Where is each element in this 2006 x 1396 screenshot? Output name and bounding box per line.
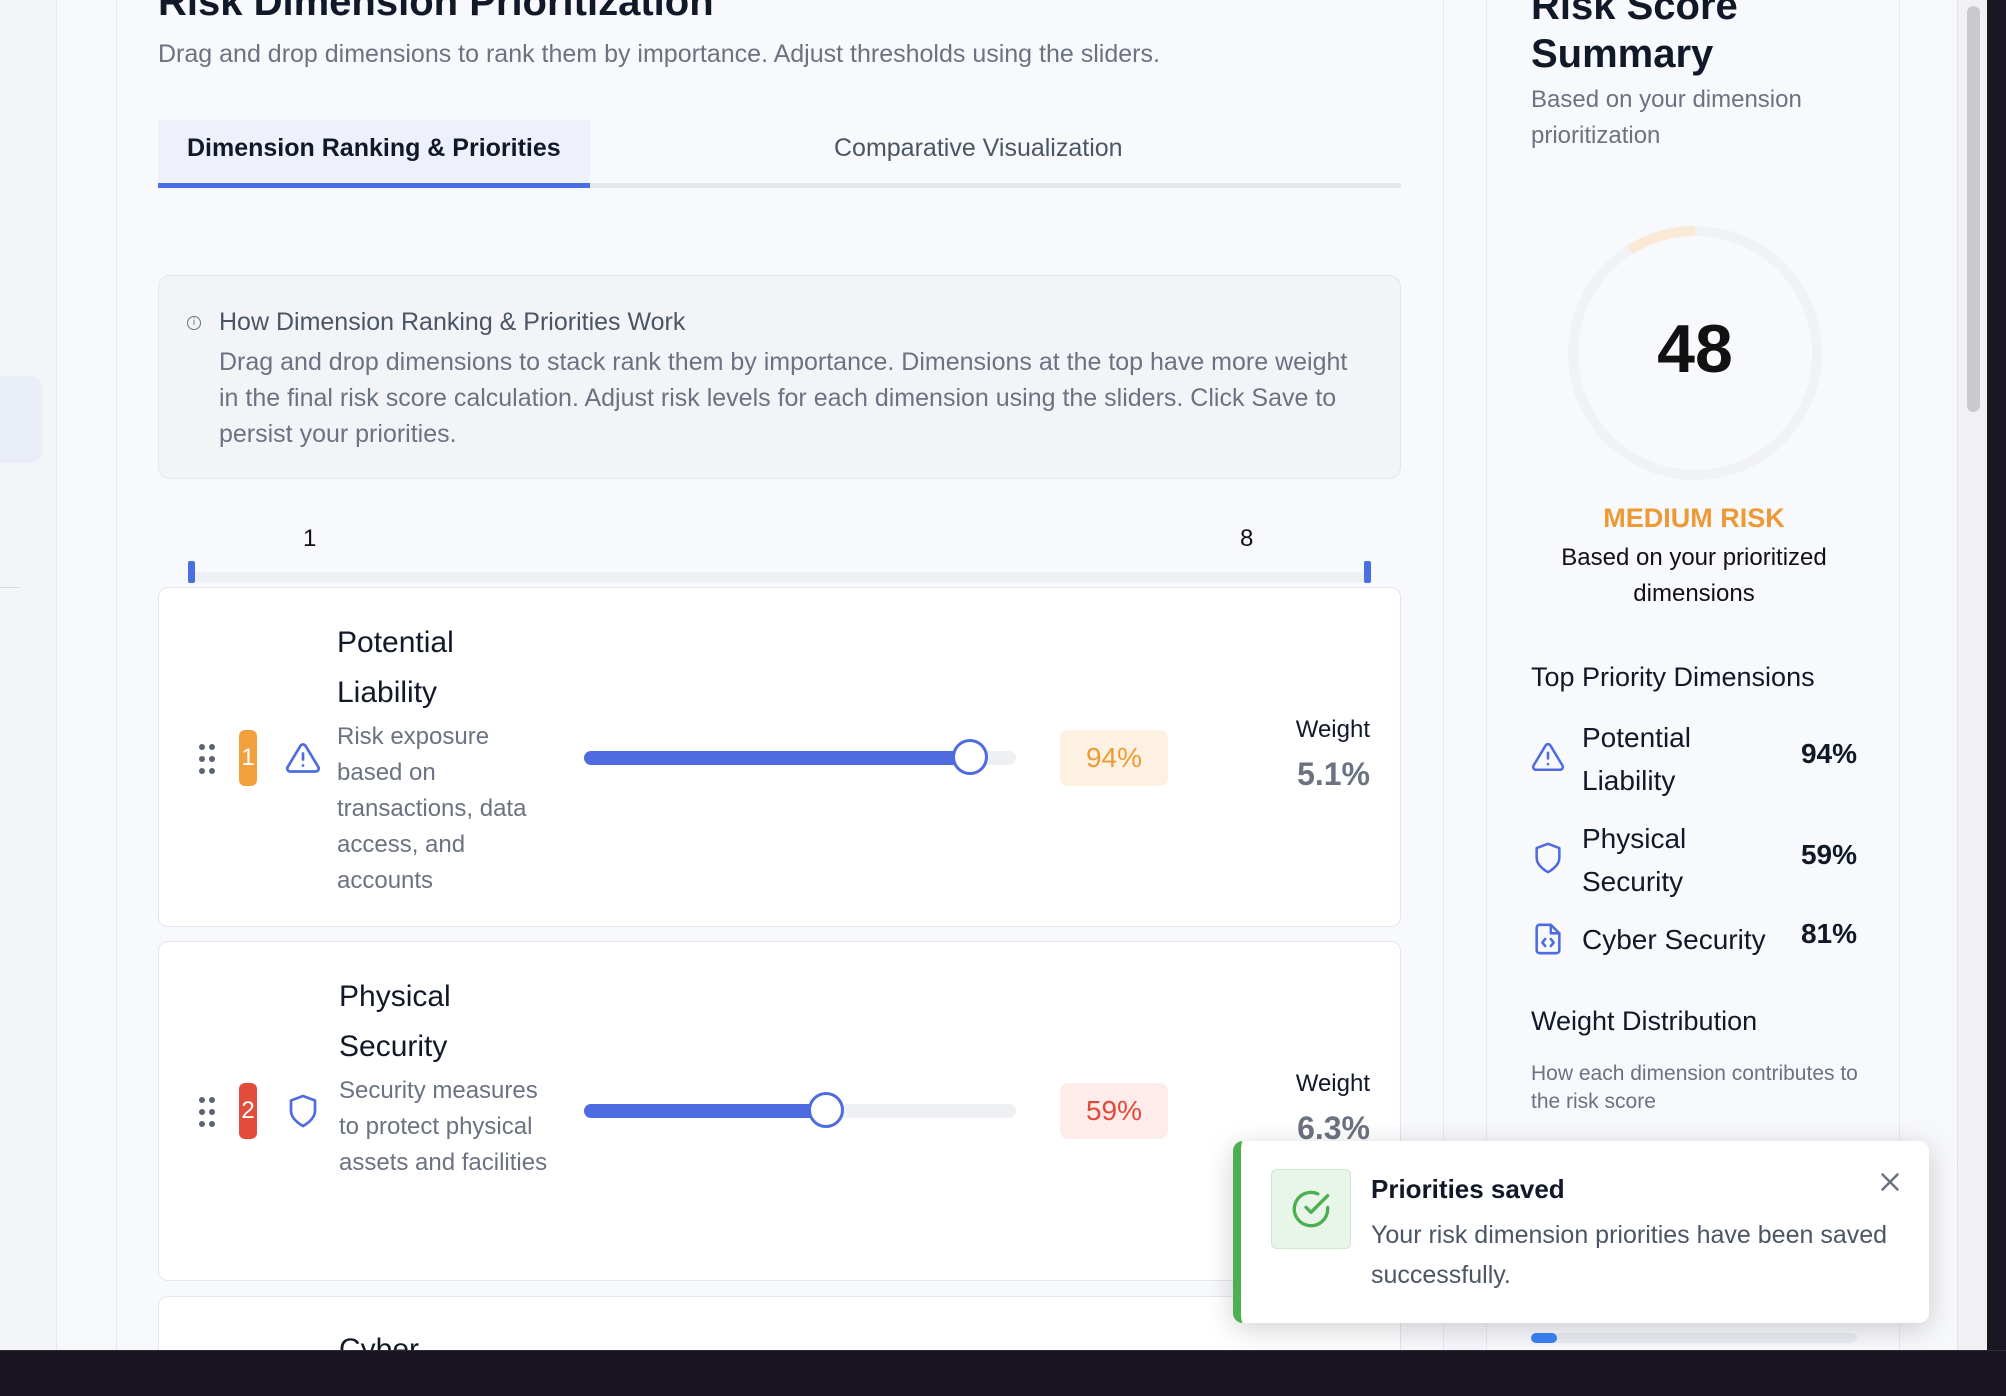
rank-scale-min: 1 [303,525,317,552]
weight-distribution-subtitle: How each dimension contributes to the ri… [1531,1062,1858,1113]
page-title: Risk Dimension Prioritization [158,0,714,24]
taskbar [0,1350,2006,1396]
rank-badge: 2 [239,1083,257,1139]
page-subtitle: Drag and drop dimensions to rank them by… [158,40,1160,68]
top-priority-heading: Top Priority Dimensions [1531,662,1815,692]
rank-badge: 1 [239,730,257,786]
check-circle-icon [1292,1190,1330,1228]
app-viewport: Risk Dimension Prioritization Drag and d… [0,0,1987,1350]
scrollbar-thumb[interactable] [1967,6,1980,412]
top-priority-value: 59% [1800,839,1857,870]
risk-level-slider[interactable] [584,739,1016,775]
sidebar-divider [0,587,20,588]
rank-scale-max: 8 [1240,525,1254,552]
scrollbar[interactable] [1957,0,1987,1350]
dimension-card-cyber[interactable]: Cyber [158,1296,1401,1350]
risk-percent-badge: 59% [1060,1083,1168,1139]
weight-distribution-bar [1531,1333,1857,1343]
top-priority-item: Potential Liability 94% [1531,716,1857,802]
drag-handle-icon[interactable] [199,744,215,774]
risk-score-value: 48 [1657,311,1733,387]
weight-value: 5.1% [1297,756,1370,792]
tab-bar: Dimension Ranking & Priorities Comparati… [158,120,1401,188]
shield-icon [289,1094,317,1128]
risk-percent-badge: 94% [1060,730,1168,786]
rank-scale-start-marker [188,561,195,583]
dimension-name: Cyber [339,1333,420,1350]
dimension-description: Risk exposure based on transactions, dat… [337,723,527,894]
drag-handle-icon[interactable] [199,1097,215,1127]
toast-icon-box [1271,1169,1351,1249]
top-priority-value: 81% [1800,918,1857,949]
toast-message: Your risk dimension priorities have been… [1371,1221,1888,1289]
info-panel: i How Dimension Ranking & Priorities Wor… [158,275,1401,479]
dimension-name: Potential Liability [337,626,454,709]
dimension-name: Physical Security [339,980,451,1063]
slider-knob[interactable] [952,739,988,775]
toast-title: Priorities saved [1371,1174,1565,1204]
left-sidebar [0,0,57,1350]
close-icon[interactable] [1875,1167,1905,1197]
top-priority-item: Physical Security 59% [1531,817,1857,903]
rank-scale: 1 8 [158,520,1401,584]
dimension-card-potential-liability[interactable]: 1 Potential Liability Risk exposure base… [158,587,1401,927]
risk-level-label: MEDIUM RISK [1603,503,1785,533]
weight-label: Weight [1295,1070,1370,1097]
info-icon: i [187,316,201,330]
tab-dimension-ranking[interactable]: Dimension Ranking & Priorities [158,120,590,188]
risk-level-note: Based on your prioritized dimensions [1561,544,1827,607]
alert-triangle-icon [285,743,321,773]
rank-scale-end-marker [1364,561,1371,583]
alert-triangle-icon [1531,742,1565,772]
summary-subtitle: Based on your dimension prioritization [1531,86,1802,149]
tab-comparative-visualization[interactable]: Comparative Visualization [805,120,1152,188]
top-priority-name: Potential Liability [1582,722,1691,796]
slider-knob[interactable] [808,1092,844,1128]
shield-icon [1535,842,1561,874]
dimension-description: Security measures to protect physical as… [339,1077,548,1176]
top-priority-name: Cyber Security [1582,924,1766,955]
summary-title: Risk Score Summary [1531,0,1738,76]
toast-notification: Priorities saved Your risk dimension pri… [1233,1141,1929,1323]
info-body: Drag and drop dimensions to stack rank t… [219,348,1348,448]
weight-label: Weight [1295,716,1370,743]
file-code-icon [1535,923,1561,955]
top-priority-item: Cyber Security 81% [1531,918,1857,962]
top-priority-value: 94% [1800,738,1857,769]
dimension-card-physical-security[interactable]: 2 Physical Security Security measures to… [158,941,1401,1281]
rank-scale-track [188,572,1368,582]
risk-level-slider[interactable] [584,1092,1016,1128]
top-priority-name: Physical Security [1582,823,1687,897]
sidebar-active-item[interactable] [0,376,42,463]
info-title: How Dimension Ranking & Priorities Work [219,308,686,336]
weight-distribution-heading: Weight Distribution [1531,1006,1758,1036]
